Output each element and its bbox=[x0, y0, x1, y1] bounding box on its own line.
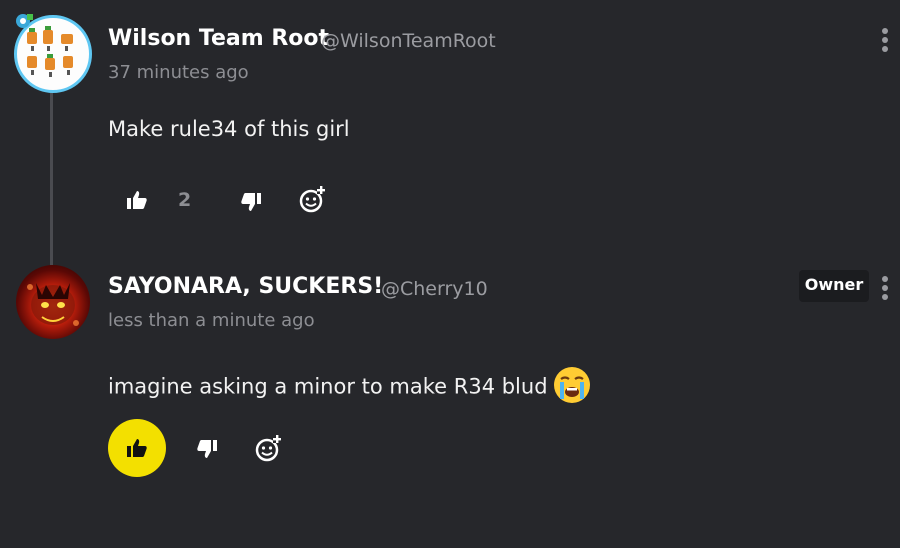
thumbs-down-icon bbox=[197, 440, 217, 458]
author-handle[interactable]: @Cherry10 bbox=[381, 278, 488, 300]
kebab-dot-icon bbox=[882, 37, 888, 43]
comment-timestamp: less than a minute ago bbox=[108, 310, 315, 331]
kebab-dot-icon bbox=[882, 294, 888, 300]
more-options-button[interactable] bbox=[880, 276, 890, 302]
add-reaction-button[interactable] bbox=[298, 184, 328, 214]
add-reaction-icon bbox=[299, 186, 325, 213]
thumbs-up-icon bbox=[127, 439, 147, 457]
thumbs-up-icon bbox=[127, 191, 147, 209]
like-count: 2 bbox=[178, 189, 192, 211]
more-options-button[interactable] bbox=[880, 28, 890, 54]
avatar[interactable] bbox=[16, 265, 90, 339]
thread-line bbox=[50, 90, 53, 265]
comment-text: imagine asking a minor to make R34 blud bbox=[108, 365, 592, 410]
kebab-dot-icon bbox=[882, 46, 888, 52]
kebab-dot-icon bbox=[882, 285, 888, 291]
add-reaction-button[interactable] bbox=[254, 433, 284, 463]
add-reaction-icon bbox=[255, 435, 281, 462]
kebab-dot-icon bbox=[882, 28, 888, 34]
dislike-button[interactable] bbox=[195, 437, 219, 461]
comment-text-content: imagine asking a minor to make R34 blud bbox=[108, 374, 548, 399]
loudly-crying-face-icon bbox=[552, 365, 592, 410]
author-handle[interactable]: @WilsonTeamRoot bbox=[321, 30, 496, 52]
comment-text: Make rule34 of this girl bbox=[108, 117, 350, 141]
owner-badge: Owner bbox=[799, 270, 869, 302]
author-name[interactable]: SAYONARA, SUCKERS! bbox=[108, 274, 383, 299]
like-button[interactable] bbox=[108, 419, 166, 477]
kebab-dot-icon bbox=[882, 276, 888, 282]
flair-badge-icon bbox=[16, 14, 33, 28]
thumbs-down-icon bbox=[241, 193, 261, 211]
dislike-button[interactable] bbox=[239, 190, 263, 214]
avatar-character-icon bbox=[27, 283, 79, 326]
comment-timestamp: 37 minutes ago bbox=[108, 62, 249, 83]
author-name[interactable]: Wilson Team Root bbox=[108, 26, 329, 51]
like-button[interactable] bbox=[125, 188, 149, 212]
